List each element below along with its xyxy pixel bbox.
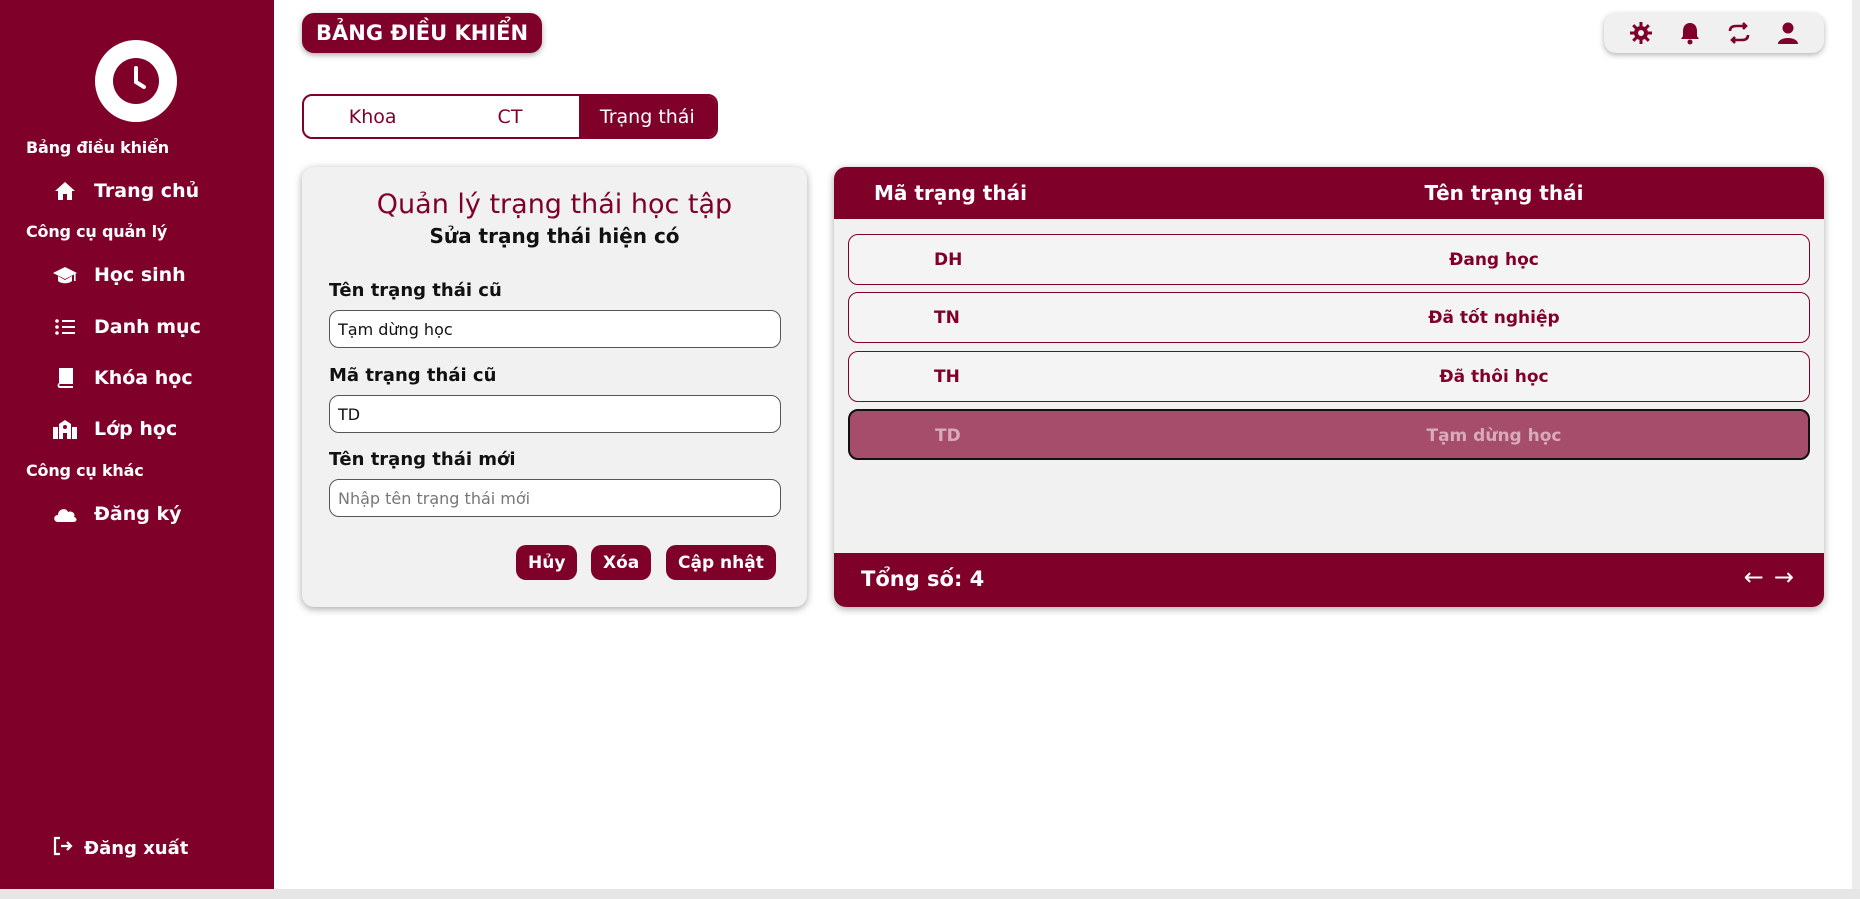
table-header: Mã trạng thái Tên trạng thái <box>834 167 1824 219</box>
table-row[interactable]: TH Đã thôi học <box>848 351 1810 402</box>
sidebar-section-tools: Công cụ quản lý <box>26 222 168 241</box>
update-button[interactable]: Cập nhật <box>666 545 776 580</box>
book-icon <box>52 365 78 391</box>
school-icon <box>52 416 78 442</box>
row-name: Đã tốt nghiệp <box>1428 308 1560 328</box>
top-toolbar <box>1604 13 1824 53</box>
home-icon <box>52 178 78 204</box>
sidebar-item-label: Trang chủ <box>94 180 200 202</box>
logout-button[interactable]: Đăng xuất <box>52 836 188 861</box>
row-name: Đang học <box>1449 250 1539 270</box>
sidebar-item-home[interactable]: Trang chủ <box>52 174 199 208</box>
table-footer: Tổng số: 4 ← → <box>834 553 1824 607</box>
sync-icon[interactable] <box>1726 20 1752 46</box>
column-header-code: Mã trạng thái <box>874 181 1027 205</box>
sidebar-item-catalog[interactable]: Danh mục <box>52 310 201 344</box>
bell-icon[interactable] <box>1677 20 1703 46</box>
logout-icon <box>52 836 74 861</box>
user-icon[interactable] <box>1775 20 1801 46</box>
sidebar-item-label: Danh mục <box>94 316 201 338</box>
sidebar-item-courses[interactable]: Khóa học <box>52 361 193 395</box>
list-icon <box>52 314 78 340</box>
tab-bar: Khoa CT Trạng thái <box>302 94 718 139</box>
status-form-card: Quản lý trạng thái học tập Sửa trạng thá… <box>302 167 807 607</box>
prev-page-arrow-icon[interactable]: ← <box>1744 565 1764 589</box>
cancel-button[interactable]: Hủy <box>516 545 578 580</box>
row-code: TN <box>934 308 960 328</box>
old-name-label: Tên trạng thái cũ <box>329 280 502 301</box>
pagination: ← → <box>1744 565 1794 589</box>
status-table: Mã trạng thái Tên trạng thái DH Đang học… <box>834 167 1824 607</box>
sidebar-item-label: Học sinh <box>94 264 186 286</box>
sidebar-item-label: Lớp học <box>94 418 178 440</box>
sidebar-item-label: Đăng ký <box>94 503 182 525</box>
sidebar-section-dashboard: Bảng điều khiển <box>26 138 169 157</box>
page-title: BẢNG ĐIỀU KHIỂN <box>302 13 543 53</box>
old-code-label: Mã trạng thái cũ <box>329 365 497 386</box>
column-header-name: Tên trạng thái <box>1424 181 1584 205</box>
row-code: TH <box>934 367 960 387</box>
form-title: Quản lý trạng thái học tập <box>376 189 733 220</box>
logout-label: Đăng xuất <box>84 838 189 859</box>
old-name-input[interactable] <box>329 310 781 348</box>
next-page-arrow-icon[interactable]: → <box>1774 565 1794 589</box>
graduation-cap-icon <box>52 262 78 288</box>
tab-status[interactable]: Trạng thái <box>578 96 716 137</box>
tab-program[interactable]: CT <box>441 96 578 137</box>
window-edge <box>1852 0 1860 889</box>
sidebar-section-other: Công cụ khác <box>26 461 144 480</box>
row-name: Tạm dừng học <box>1426 426 1562 446</box>
new-name-label: Tên trạng thái mới <box>329 449 516 470</box>
row-code: TD <box>935 426 961 446</box>
window-bottom-edge <box>0 889 1860 899</box>
table-row[interactable]: DH Đang học <box>848 234 1810 285</box>
row-code: DH <box>934 250 963 270</box>
table-row-selected[interactable]: TD Tạm dừng học <box>848 409 1810 460</box>
total-count: Tổng số: 4 <box>861 567 985 591</box>
table-row[interactable]: TN Đã tốt nghiệp <box>848 292 1810 343</box>
sidebar-item-classes[interactable]: Lớp học <box>52 412 177 446</box>
sidebar-item-register[interactable]: Đăng ký <box>52 497 182 531</box>
tab-faculty[interactable]: Khoa <box>304 96 441 137</box>
old-code-input[interactable] <box>329 395 781 433</box>
sidebar-item-label: Khóa học <box>94 367 193 389</box>
row-name: Đã thôi học <box>1439 367 1549 387</box>
delete-button[interactable]: Xóa <box>591 545 652 580</box>
sidebar: Bảng điều khiển Trang chủ Công cụ quản l… <box>0 0 274 889</box>
clock-logo-icon <box>95 40 177 122</box>
new-name-input[interactable] <box>329 479 781 517</box>
form-subtitle: Sửa trạng thái hiện có <box>429 224 680 248</box>
settings-icon[interactable] <box>1628 20 1654 46</box>
cloud-icon <box>52 501 78 527</box>
sidebar-item-students[interactable]: Học sinh <box>52 258 186 292</box>
